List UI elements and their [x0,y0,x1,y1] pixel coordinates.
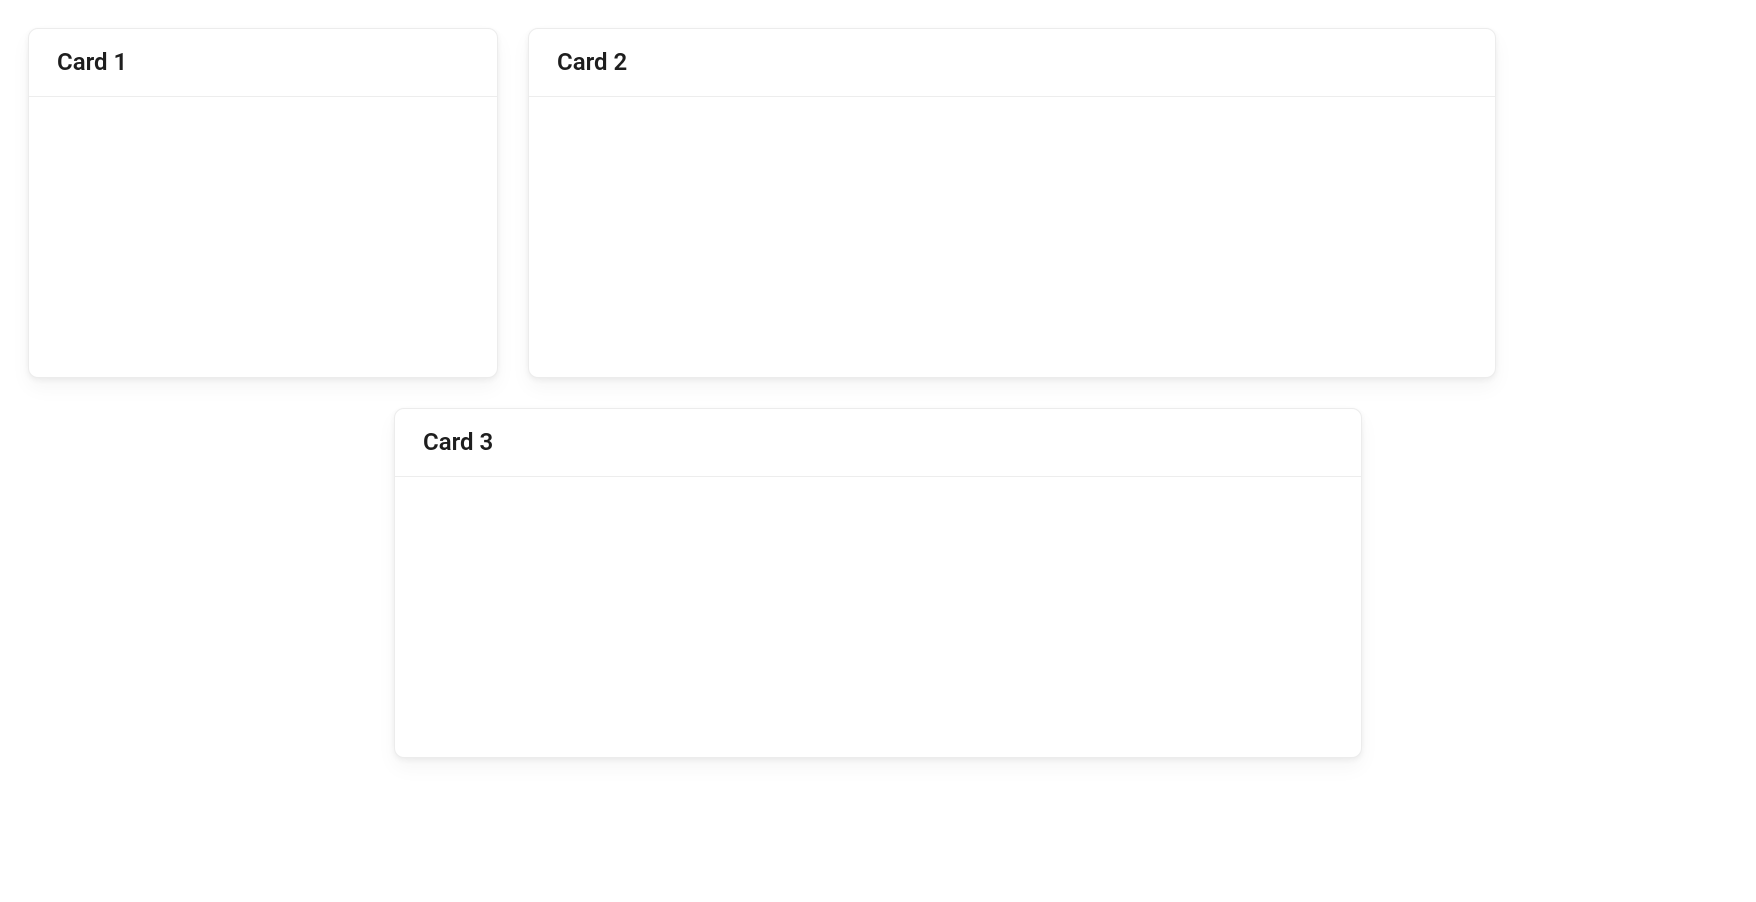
card-2: Card 2 [528,28,1496,378]
card-3-title: Card 3 [423,427,1333,458]
card-2-body [529,97,1495,377]
card-1-header: Card 1 [29,29,497,97]
card-row-1: Card 1 Card 2 [28,28,1728,378]
card-1: Card 1 [28,28,498,378]
card-2-title: Card 2 [557,47,1467,78]
card-3-body [395,477,1361,757]
card-row-2: Card 3 [28,408,1728,758]
card-1-body [29,97,497,377]
card-3-header: Card 3 [395,409,1361,477]
card-3: Card 3 [394,408,1362,758]
card-1-title: Card 1 [57,47,469,78]
card-2-header: Card 2 [529,29,1495,97]
